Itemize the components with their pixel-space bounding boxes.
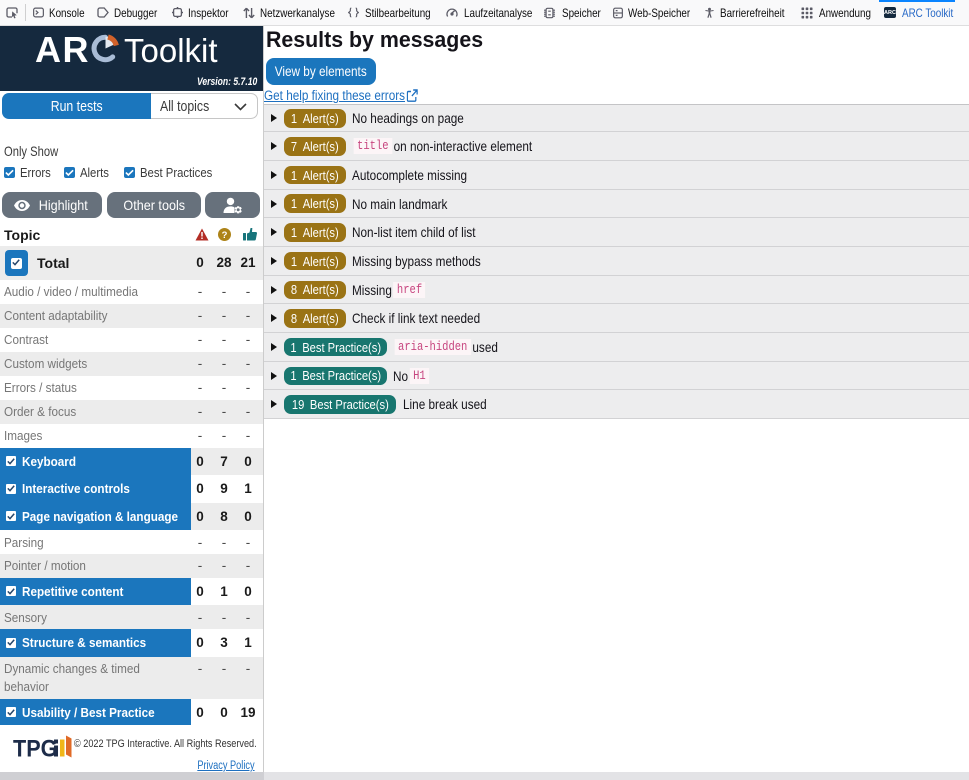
svg-text:TPG: TPG	[13, 734, 57, 761]
svg-text:?: ?	[222, 230, 228, 241]
